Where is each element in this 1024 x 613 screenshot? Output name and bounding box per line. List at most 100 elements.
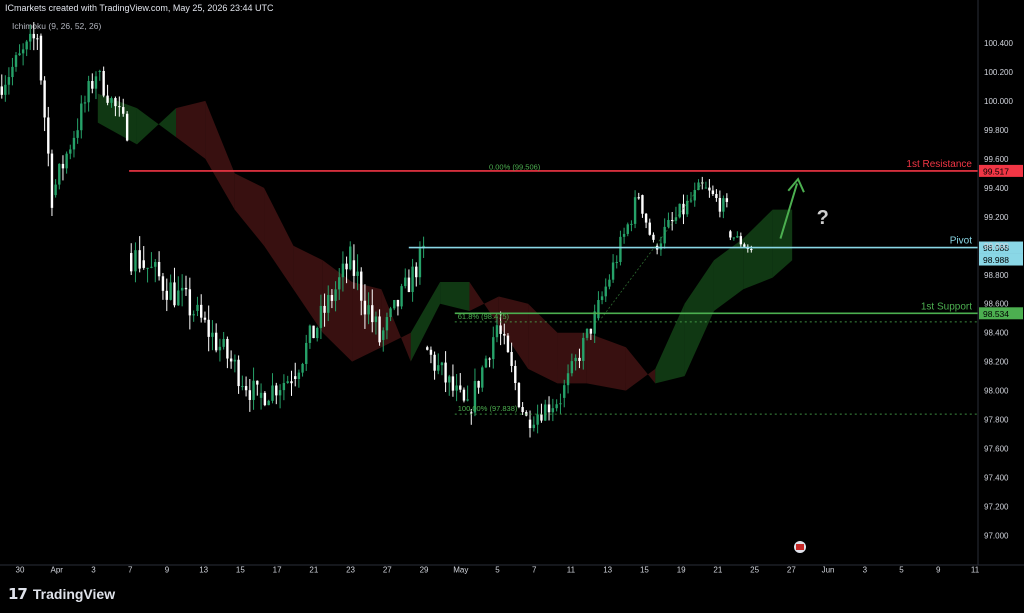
candle-body: [275, 385, 278, 396]
fib-label: 100.00% (97.838): [458, 404, 518, 413]
candle-body: [14, 55, 18, 67]
candle-body: [248, 390, 252, 400]
x-tick-label: 11: [567, 566, 576, 575]
candle-body: [43, 80, 46, 118]
cloud-segment: [684, 260, 714, 377]
candle-body: [165, 290, 168, 300]
x-tick-label: 15: [236, 566, 245, 575]
candle-body: [585, 328, 589, 338]
x-tick-label: 7: [128, 566, 133, 575]
candle-body: [203, 317, 207, 320]
candle-body: [517, 383, 521, 408]
candle-body: [188, 289, 192, 316]
price-chart[interactable]: 1st Resistance 99.517 Pivot 98.988 1st Suppo…: [0, 0, 1024, 613]
cloud-segment: [410, 282, 441, 362]
candle-body: [122, 107, 125, 114]
candle-body: [451, 376, 455, 391]
x-tick-label: 7: [532, 566, 537, 575]
tradingview-brand[interactable]: 17 TradingView: [8, 585, 115, 603]
candle-body: [389, 308, 392, 318]
x-tick-label: 29: [420, 566, 429, 575]
candle-body: [222, 338, 225, 347]
candle-body: [125, 113, 129, 141]
candle-body: [574, 357, 577, 362]
candle-body: [226, 338, 229, 359]
x-tick-label: 19: [677, 566, 686, 575]
candle-body: [110, 98, 113, 103]
candle-body: [559, 403, 562, 405]
level-label: 1st Resistance: [906, 159, 972, 170]
candle-body: [323, 305, 326, 313]
y-tick-label: 97.800: [984, 416, 1009, 425]
y-tick-label: 98.600: [984, 300, 1009, 309]
candle-body: [551, 408, 555, 413]
candle-body: [244, 386, 248, 391]
candle-body: [11, 66, 14, 78]
candle-body: [192, 314, 195, 316]
x-tick-label: Jun: [822, 566, 835, 575]
candle-body: [678, 203, 681, 218]
candle-body: [371, 305, 374, 323]
candle-body: [196, 304, 199, 311]
x-tick-label: 3: [863, 566, 868, 575]
candle-body: [570, 361, 574, 374]
candle-body: [173, 282, 176, 306]
x-tick-label: 15: [640, 566, 649, 575]
event-flag-icon-inner: [796, 544, 805, 550]
candle-body: [263, 392, 267, 406]
candle-body: [161, 276, 165, 291]
candle-body: [180, 287, 184, 291]
candle-body: [488, 358, 491, 360]
candle-body: [722, 198, 725, 212]
cloud-segment: [440, 282, 470, 311]
price-tag-label: 99.517: [983, 166, 1009, 176]
candle-body: [76, 130, 79, 138]
candle-body: [626, 224, 629, 234]
candle-body: [503, 333, 506, 336]
candle-body: [316, 327, 319, 339]
ichimoku-cloud: [97, 93, 793, 391]
candle-body: [743, 244, 746, 247]
candle-body: [481, 367, 484, 388]
candle-body: [415, 266, 418, 278]
cloud-segment: [498, 296, 529, 369]
candle-body: [233, 359, 237, 362]
candle-body: [374, 316, 378, 323]
candle-body: [91, 81, 94, 89]
y-tick-label: 99.200: [984, 213, 1009, 222]
fib-label: 61.8% (98.475): [458, 312, 510, 321]
candle-body: [312, 325, 315, 339]
candle-body: [367, 305, 370, 315]
candle-body: [330, 295, 334, 301]
candle-body: [750, 248, 753, 251]
x-tick-label: 27: [787, 566, 796, 575]
candle-body: [426, 347, 429, 350]
y-tick-label: 98.200: [984, 358, 1009, 367]
candle-body: [237, 359, 240, 387]
candle-body: [686, 200, 689, 215]
fib-trend-line: [601, 180, 705, 319]
candle-body: [455, 385, 458, 391]
candle-body: [150, 266, 153, 268]
candle-body: [29, 33, 32, 42]
candle-body: [356, 271, 359, 276]
candle-body: [670, 219, 674, 221]
y-tick-label: 98.400: [984, 329, 1009, 338]
x-tick-label: 30: [16, 566, 25, 575]
candle-body: [32, 33, 35, 39]
cloud-segment: [772, 209, 793, 278]
candle-body: [555, 404, 558, 409]
candle-body: [563, 385, 566, 398]
candle-body: [114, 98, 117, 107]
candle-body: [4, 84, 7, 95]
candle-body: [134, 250, 137, 272]
candle-body: [411, 266, 414, 292]
candle-body: [648, 222, 651, 235]
candle-body: [106, 95, 109, 103]
x-tick-label: 5: [495, 566, 500, 575]
candle-body: [499, 325, 502, 334]
candle-body: [711, 190, 715, 195]
candle-body: [459, 385, 462, 390]
candle-body: [622, 233, 626, 237]
candle-body: [294, 376, 297, 379]
